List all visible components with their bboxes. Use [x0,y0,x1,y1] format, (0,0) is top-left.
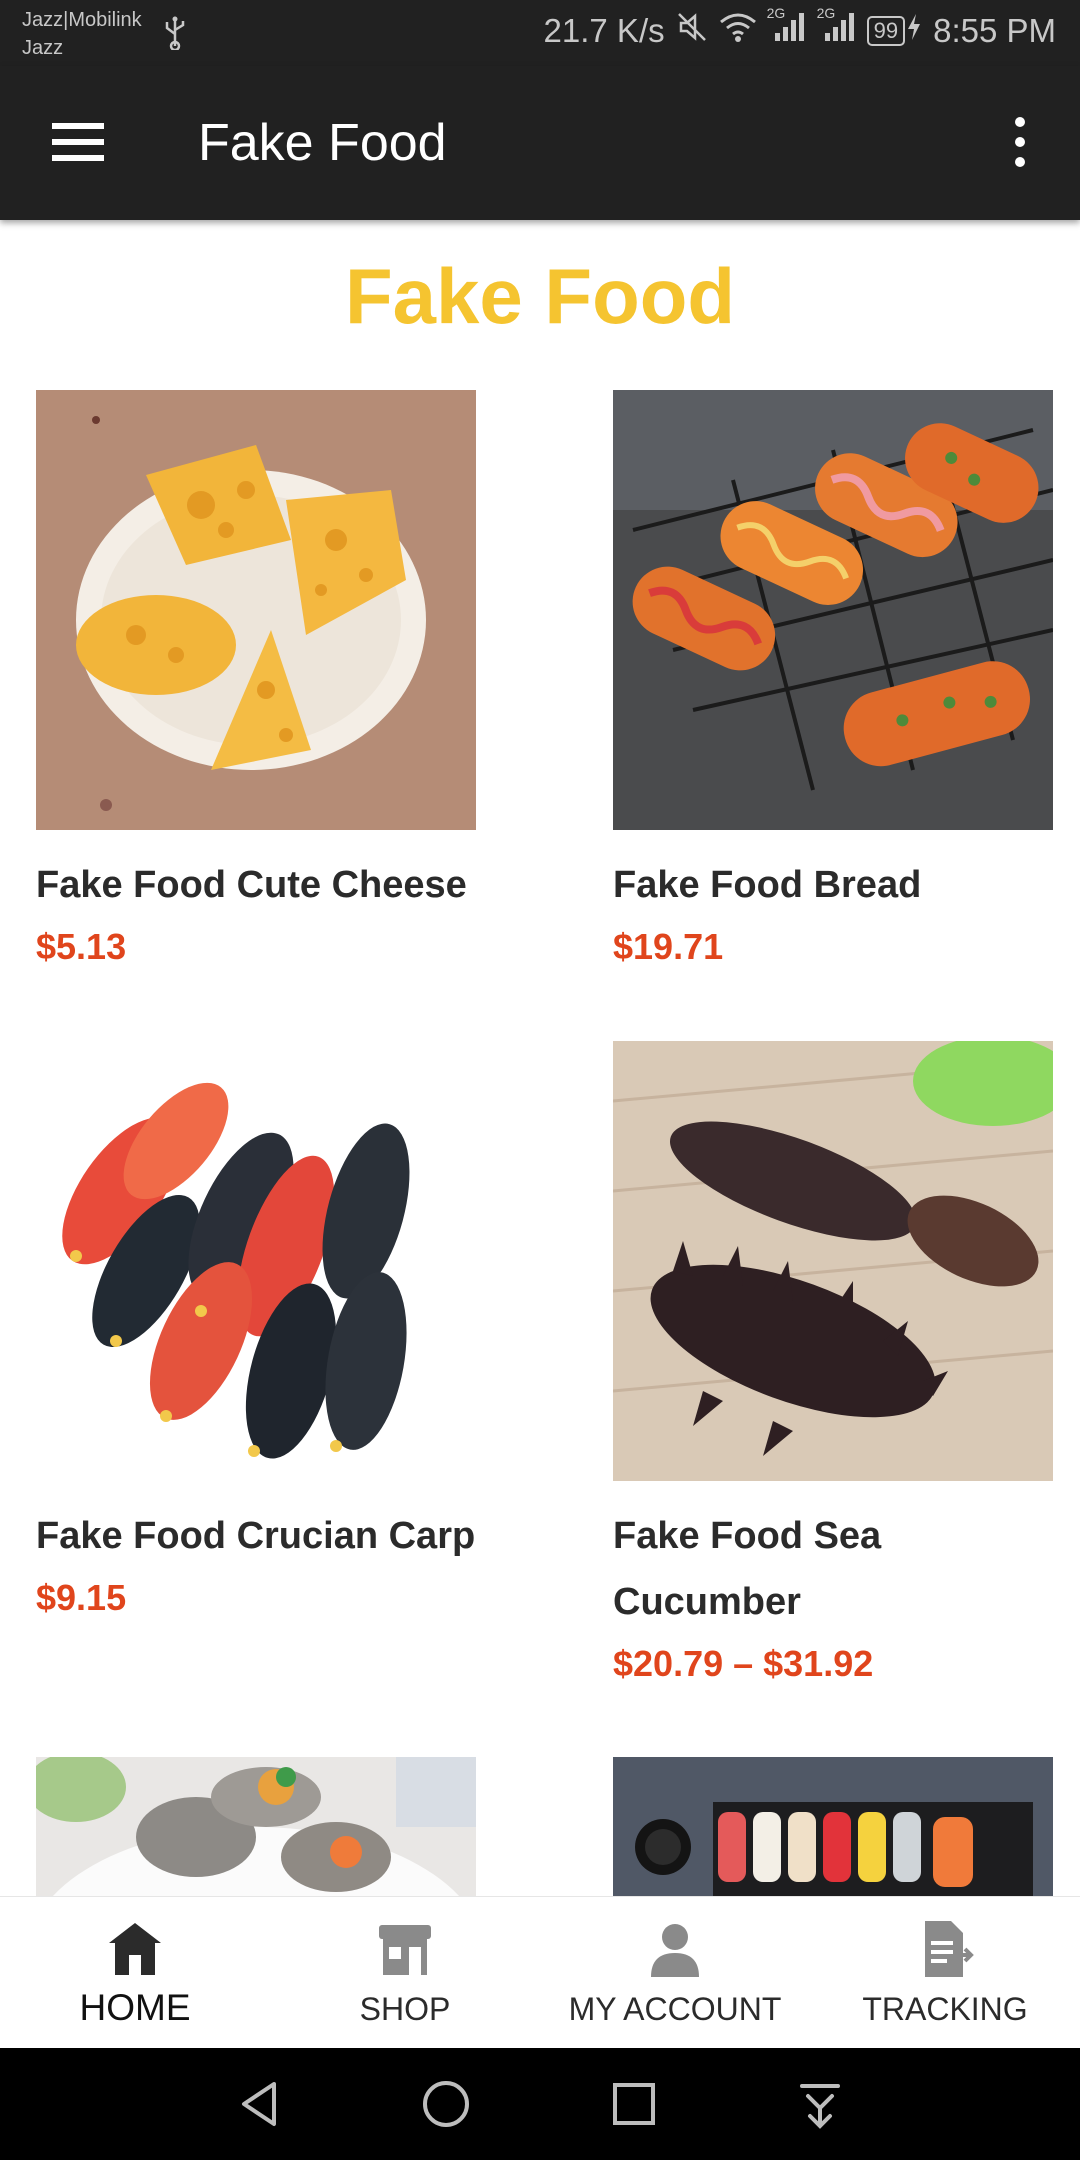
account-icon [651,1924,699,1977]
product-price: $20.79 – $31.92 [613,1643,874,1684]
nav-home[interactable]: HOME [0,1897,270,2049]
nav-home-label: HOME [79,1987,191,2028]
home-icon [109,1923,161,1975]
product-card-crucian-carp[interactable]: Fake Food Crucian Carp $9.15 [36,1041,476,1623]
product-card-sushi[interactable] [613,1757,1053,1896]
signal-icon-sim2: 2G [817,5,857,51]
carrier-name: Jazz|Mobilink [22,9,142,31]
more-vertical-icon [1015,117,1025,167]
charging-icon [905,12,923,50]
usb-icon [160,16,190,55]
back-triangle-icon[interactable] [234,2078,286,2130]
product-image-oyster[interactable] [36,1757,476,1896]
product-image-sushi[interactable] [613,1757,1053,1896]
product-name[interactable]: Fake Food Sea Cucumber [613,1503,1053,1635]
signal-icon-sim1: 2G [767,5,807,51]
product-price: $9.15 [36,1577,127,1618]
clock: 8:55 PM [933,12,1056,49]
product-card-sea-cucumber[interactable]: Fake Food Sea Cucumber $20.79 – $31.92 [613,1041,1053,1689]
hamburger-menu-icon [52,123,104,161]
more-options-button[interactable] [1000,110,1040,174]
recents-square-icon[interactable] [608,2078,660,2130]
page-heading: Fake Food [344,252,736,340]
wifi-icon [719,11,757,51]
mute-icon [675,10,709,52]
product-card-bread[interactable]: Fake Food Bread $19.71 [613,390,1053,972]
carrier-info: Jazz|Mobilink Jazz [22,6,142,62]
status-indicators: 21.7 K/s 2G 2G 99 8:55 PM [543,5,1056,52]
product-name[interactable]: Fake Food Cute Cheese [36,852,476,918]
tracking-icon [925,1921,974,1977]
product-card-cheese[interactable]: Fake Food Cute Cheese $5.13 [36,390,476,972]
battery-indicator: 99 [866,12,923,50]
home-circle-icon[interactable] [420,2078,472,2130]
product-list: Fake Food Fake Food Cute Cheese $5.13 Fa… [0,220,1080,1896]
nav-my-account[interactable]: MY ACCOUNT [540,1897,810,2049]
nav-tracking-label: TRACKING [862,1991,1028,2027]
product-image-sea-cucumber[interactable] [613,1041,1053,1481]
product-card-oyster[interactable] [36,1757,476,1896]
status-bar: Jazz|Mobilink Jazz 21.7 K/s 2G 2G 99 8:5… [0,0,1080,66]
nav-my-account-label: MY ACCOUNT [568,1991,782,2027]
product-image-bread[interactable] [613,390,1053,830]
menu-button[interactable] [40,114,114,170]
product-price: $5.13 [36,926,127,967]
carrier-sub: Jazz [22,37,64,59]
shop-icon [379,1925,431,1975]
app-bar: Fake Food [0,66,1080,220]
product-image-cheese[interactable] [36,390,476,830]
product-price: $19.71 [613,926,724,967]
battery-level: 99 [866,16,906,46]
nav-shop-label: SHOP [359,1991,451,2027]
nav-tracking[interactable]: TRACKING [810,1897,1080,2049]
nav-shop[interactable]: SHOP [270,1897,540,2049]
pull-down-icon[interactable] [794,2078,846,2130]
network-speed: 21.7 K/s [543,12,665,49]
product-name[interactable]: Fake Food Bread [613,852,1053,918]
product-name[interactable]: Fake Food Crucian Carp [36,1503,476,1569]
app-title: Fake Food [198,114,447,172]
bottom-navigation: HOME SHOP MY ACCOUNT TRACKING [0,1896,1080,2049]
system-navigation-bar [0,2048,1080,2160]
product-image-crucian-carp[interactable] [36,1041,476,1481]
